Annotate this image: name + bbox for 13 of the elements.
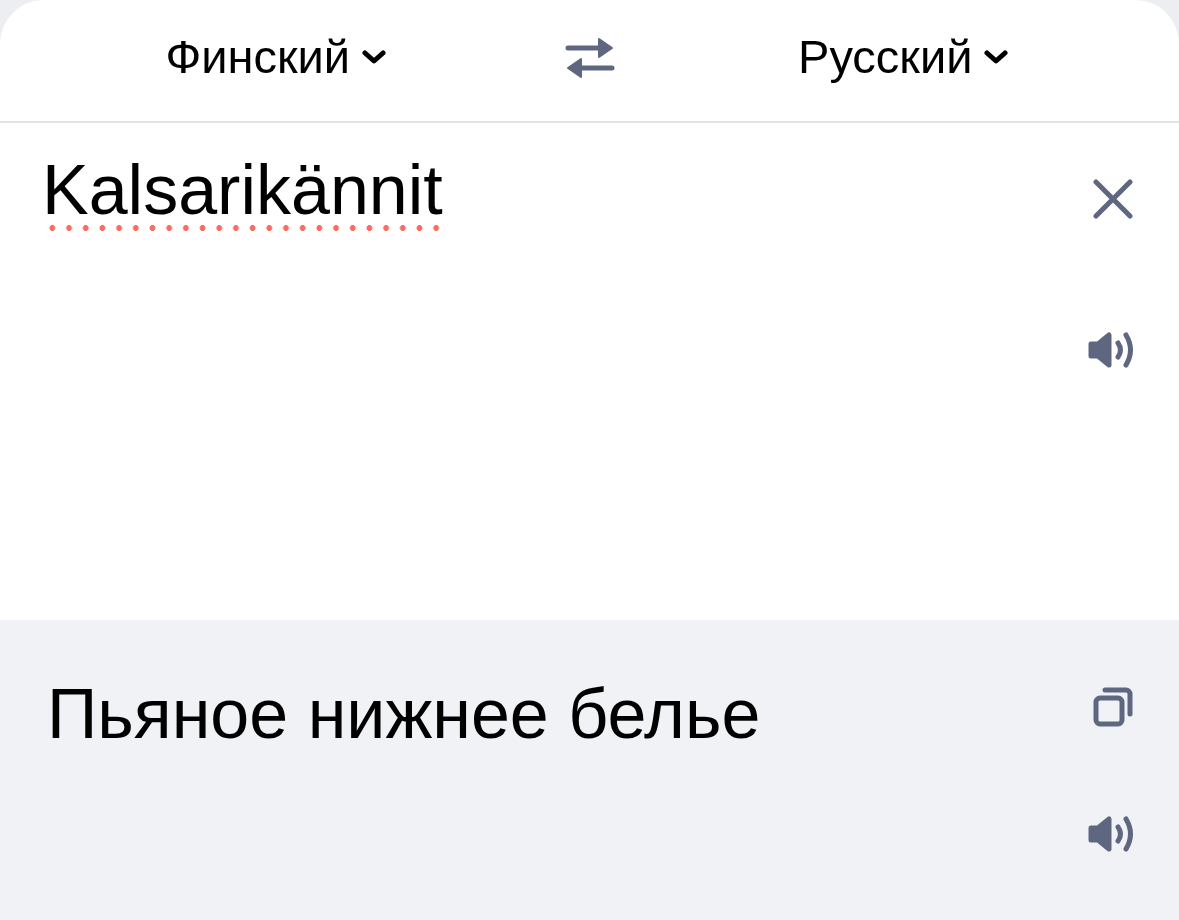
translation-text: Пьяное нижнее белье: [46, 674, 762, 755]
source-language-button[interactable]: Финский: [165, 30, 386, 85]
clear-button[interactable]: [1093, 179, 1133, 219]
source-text: Kalsarikännit: [42, 155, 443, 225]
copy-button[interactable]: [1093, 687, 1133, 727]
swap-arrows-icon: [564, 36, 615, 79]
swap-languages-button[interactable]: [564, 36, 615, 79]
copy-icon: [1093, 687, 1133, 727]
chevron-down-icon: [362, 50, 386, 65]
target-language-button[interactable]: Русский: [798, 30, 1009, 85]
close-icon: [1093, 179, 1133, 219]
source-text-field[interactable]: Kalsarikännit: [0, 123, 1083, 620]
chevron-down-icon: [984, 50, 1009, 65]
